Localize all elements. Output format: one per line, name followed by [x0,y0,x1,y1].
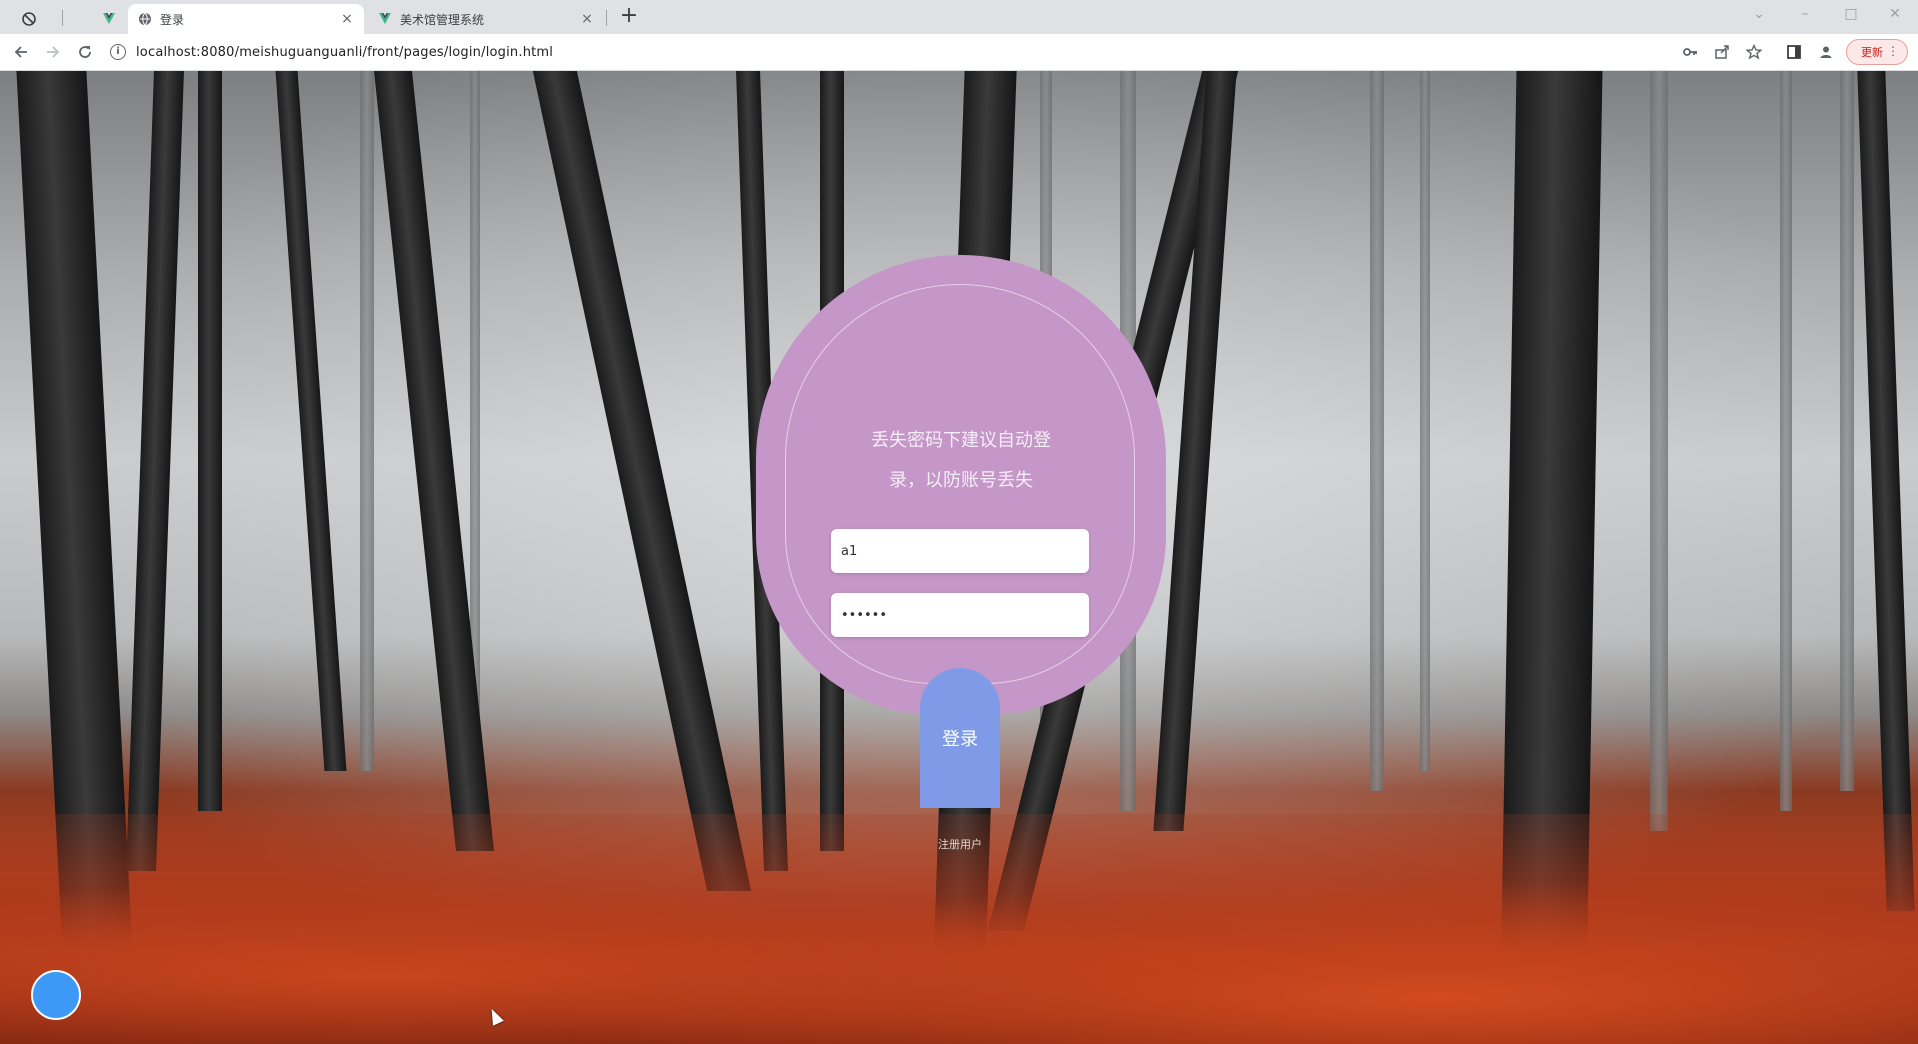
minimize-icon[interactable]: – [1782,0,1828,30]
tree-trunk [1370,71,1384,791]
address-url: localhost:8080/meishuguanguanli/front/pa… [136,44,554,60]
share-icon[interactable] [1712,42,1732,62]
bookmark-star-icon[interactable] [1744,42,1764,62]
register-link[interactable]: 注册用户 [930,836,990,852]
pinned-tab-icon [22,12,36,26]
vue-favicon [378,12,392,26]
tree-trunk [1840,71,1854,791]
tab-gallery-title: 美术馆管理系统 [400,12,485,27]
tree-trunk [1420,71,1430,771]
tab-vue-app[interactable] [92,4,132,34]
browser-toolbar: i localhost:8080/meishuguanguanli/front/… [0,34,1918,71]
update-button[interactable]: 更新 ⋮ [1846,39,1908,65]
password-input[interactable] [831,593,1089,637]
login-message-line-1: 丢失密码下建议自动登 [871,430,1051,451]
forward-arrow-icon[interactable] [40,39,66,65]
chevron-down-icon[interactable]: ⌄ [1736,0,1782,30]
tree-trunk [1650,71,1668,831]
tree-trunk [360,71,374,771]
tab-separator [62,10,63,26]
tab-login-title: 登录 [160,12,185,27]
tree-trunk [1780,71,1792,811]
update-label: 更新 [1861,46,1883,59]
globe-favicon [138,12,152,26]
login-message-line-2: 录，以防账号丢失 [889,470,1033,491]
side-panel-icon[interactable] [1784,42,1804,62]
tree-trunk [198,71,222,811]
browser-tab-strip: 登录 × 美术馆管理系统 × + ⌄ – □ ✕ [0,0,1918,34]
window-close-icon[interactable]: ✕ [1872,0,1918,30]
tab-separator [606,10,607,26]
maximize-icon[interactable]: □ [1828,0,1874,30]
tab-login[interactable]: 登录 × [128,4,364,34]
profile-icon[interactable] [1816,42,1836,62]
key-icon[interactable] [1680,42,1700,62]
close-icon[interactable]: × [340,12,354,26]
new-tab-button[interactable]: + [616,4,642,30]
address-bar[interactable]: i localhost:8080/meishuguanguanli/front/… [110,39,1670,65]
tab-gallery-system[interactable]: 美术馆管理系统 × [368,4,604,34]
login-button[interactable]: 登录 [920,668,1000,808]
close-icon[interactable]: × [580,12,594,26]
back-arrow-icon[interactable] [8,39,34,65]
username-input[interactable] [831,529,1089,573]
floating-action-button[interactable] [31,970,81,1020]
tab-pinned[interactable] [12,4,52,34]
more-menu-icon[interactable]: ⋮ [1887,44,1899,58]
site-info-icon[interactable]: i [110,44,126,60]
reload-icon[interactable] [72,39,98,65]
vue-favicon [102,12,116,26]
